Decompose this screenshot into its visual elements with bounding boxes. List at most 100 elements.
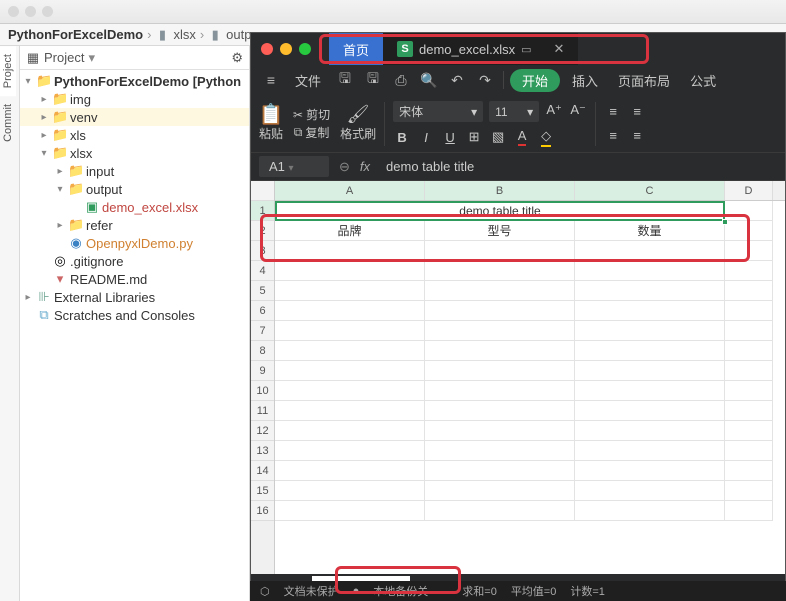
cell[interactable]: [275, 481, 425, 501]
tree-arrow-icon[interactable]: ▸: [38, 130, 50, 141]
column-header[interactable]: A: [275, 181, 425, 200]
font-color-icon[interactable]: A: [513, 128, 531, 146]
tree-arrow-icon[interactable]: ▸: [22, 292, 34, 303]
cell[interactable]: [575, 341, 725, 361]
tree-row[interactable]: ▾📁PythonForExcelDemo [Python: [20, 72, 249, 90]
cell[interactable]: [575, 441, 725, 461]
row-header[interactable]: 9: [251, 361, 274, 381]
italic-icon[interactable]: I: [417, 128, 435, 146]
border-icon[interactable]: ⊞: [465, 128, 483, 146]
cell[interactable]: [275, 421, 425, 441]
crumb-1[interactable]: xlsx: [173, 27, 195, 42]
ribbon-tab-formula[interactable]: 公式: [682, 71, 724, 90]
bold-icon[interactable]: B: [393, 128, 411, 146]
font-name-select[interactable]: 宋体▾: [393, 101, 483, 122]
tree-arrow-icon[interactable]: ▸: [38, 112, 50, 123]
column-header[interactable]: D: [725, 181, 773, 200]
fill-shape-icon[interactable]: ▧: [489, 128, 507, 146]
row-header[interactable]: 1: [251, 201, 274, 221]
header-cell[interactable]: 品牌: [275, 221, 425, 241]
undo-icon[interactable]: ↶: [445, 68, 469, 92]
align-top-icon[interactable]: ≡: [604, 103, 622, 121]
cell[interactable]: [575, 321, 725, 341]
row-header[interactable]: 4: [251, 261, 274, 281]
cell[interactable]: [575, 301, 725, 321]
cell[interactable]: [575, 481, 725, 501]
cell[interactable]: [725, 261, 773, 281]
cell[interactable]: [725, 461, 773, 481]
copy-button[interactable]: ⧉复制: [294, 124, 330, 141]
cell[interactable]: [275, 281, 425, 301]
row-header[interactable]: 2: [251, 221, 274, 241]
cell[interactable]: [575, 261, 725, 281]
cell[interactable]: [725, 441, 773, 461]
select-all-corner[interactable]: [251, 181, 274, 201]
cell[interactable]: [575, 421, 725, 441]
tree-arrow-icon[interactable]: ▾: [38, 148, 50, 159]
cell[interactable]: [725, 481, 773, 501]
cell[interactable]: [275, 321, 425, 341]
tree-row[interactable]: ▸📁input: [20, 162, 249, 180]
cell[interactable]: [425, 361, 575, 381]
cell[interactable]: [725, 381, 773, 401]
close-tab-icon[interactable]: ✕: [554, 41, 565, 57]
menu-icon[interactable]: ≡: [259, 68, 283, 92]
cell[interactable]: [275, 241, 425, 261]
tab-file[interactable]: S demo_excel.xlsx ▭ ✕: [383, 33, 578, 65]
decrease-font-icon[interactable]: A⁻: [569, 101, 587, 119]
increase-font-icon[interactable]: A⁺: [545, 101, 563, 119]
tree-arrow-icon[interactable]: ▾: [22, 76, 34, 87]
tree-row[interactable]: ▸📁img: [20, 90, 249, 108]
cell[interactable]: [275, 461, 425, 481]
tree-row[interactable]: ▣demo_excel.xlsx: [20, 198, 249, 216]
tree-arrow-icon[interactable]: ▸: [54, 166, 66, 177]
cell[interactable]: [425, 261, 575, 281]
row-header[interactable]: 11: [251, 401, 274, 421]
tree-row[interactable]: ⧉Scratches and Consoles: [20, 306, 249, 324]
cell[interactable]: [425, 321, 575, 341]
underline-icon[interactable]: U: [441, 128, 459, 146]
tree-arrow-icon[interactable]: ▸: [38, 94, 50, 105]
tree-row[interactable]: ▾README.md: [20, 270, 249, 288]
cell[interactable]: [275, 341, 425, 361]
tree-row[interactable]: ▸📁xls: [20, 126, 249, 144]
cell[interactable]: [425, 441, 575, 461]
cell[interactable]: [725, 421, 773, 441]
cell[interactable]: [725, 501, 773, 521]
redo-icon[interactable]: ↷: [473, 68, 497, 92]
menu-file[interactable]: 文件: [287, 71, 329, 90]
row-header[interactable]: 16: [251, 501, 274, 521]
row-header[interactable]: 13: [251, 441, 274, 461]
row-header[interactable]: 14: [251, 461, 274, 481]
cell[interactable]: [725, 201, 773, 221]
print-icon[interactable]: ⎙: [389, 68, 413, 92]
cell[interactable]: [275, 261, 425, 281]
header-cell[interactable]: 数量: [575, 221, 725, 241]
cell[interactable]: [725, 301, 773, 321]
cell[interactable]: [725, 221, 773, 241]
row-header[interactable]: 5: [251, 281, 274, 301]
tab-commit[interactable]: Commit: [0, 96, 16, 150]
minimize-icon[interactable]: [280, 43, 292, 55]
tree-row[interactable]: ▾📁xlsx: [20, 144, 249, 162]
traffic-light-close[interactable]: [8, 6, 19, 17]
tree-arrow-icon[interactable]: ▾: [54, 184, 66, 195]
align-middle-icon[interactable]: ≡: [628, 103, 646, 121]
row-header[interactable]: 12: [251, 421, 274, 441]
tree-arrow-icon[interactable]: ▸: [54, 220, 66, 231]
save-as-icon[interactable]: 🖫: [361, 68, 385, 92]
row-header[interactable]: 8: [251, 341, 274, 361]
traffic-light-min[interactable]: [25, 6, 36, 17]
cancel-icon[interactable]: ⊖: [339, 159, 350, 175]
column-header[interactable]: B: [425, 181, 575, 200]
cell[interactable]: [275, 361, 425, 381]
cell[interactable]: [425, 381, 575, 401]
align-left-icon[interactable]: ≡: [604, 127, 622, 145]
cell[interactable]: [275, 401, 425, 421]
cell[interactable]: [275, 501, 425, 521]
cell[interactable]: [425, 241, 575, 261]
row-header[interactable]: 6: [251, 301, 274, 321]
cell[interactable]: [725, 401, 773, 421]
gear-icon[interactable]: ⚙: [231, 50, 243, 66]
cell[interactable]: [725, 321, 773, 341]
